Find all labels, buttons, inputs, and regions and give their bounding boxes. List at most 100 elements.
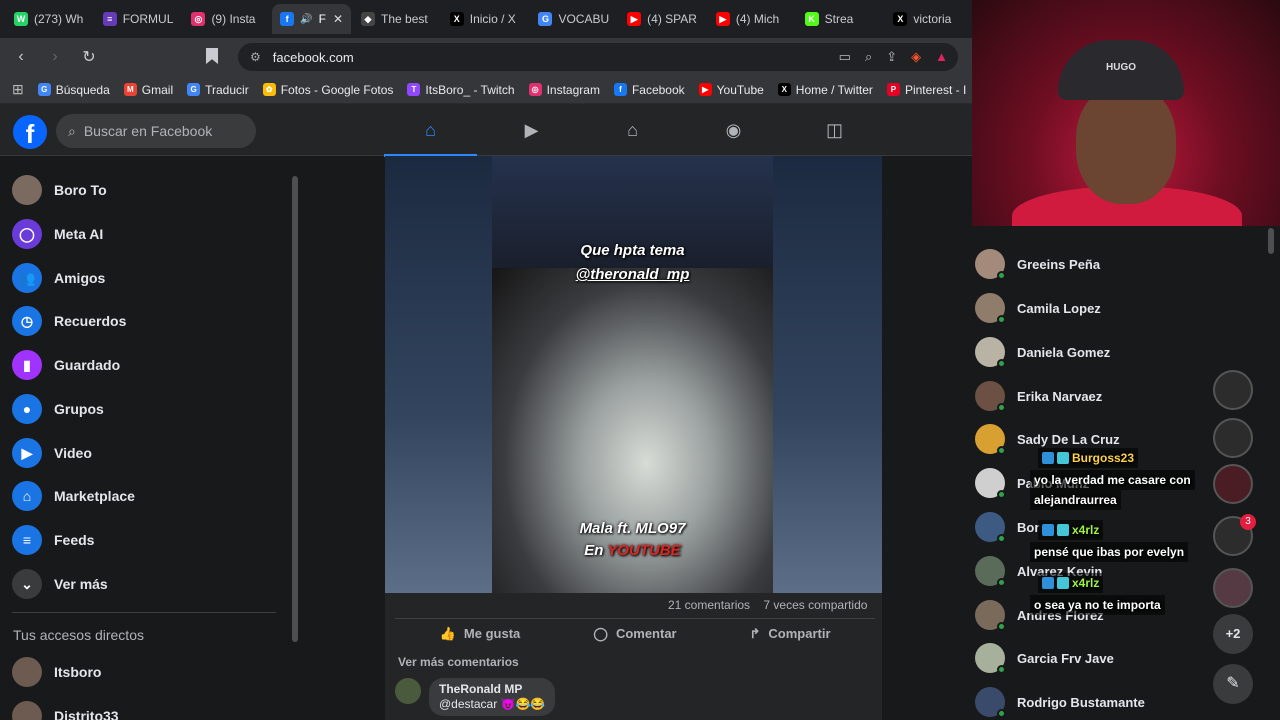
more-comments-link[interactable]: Ver más comentarios [398,655,519,669]
bookmark-item[interactable]: X Home / Twitter [777,83,873,97]
like-icon: 👍 [439,625,456,641]
bookmark-item[interactable]: ◎ Instagram [528,83,600,97]
shortcut-item[interactable]: Distrito33 [12,701,119,720]
browser-tab[interactable]: ▶ (4) Mich [708,4,795,34]
contact-item[interactable]: Daniela Gomez [975,337,1110,368]
bookmark-item[interactable]: T ItsBoro_ - Twitch [407,83,515,97]
shortcuts-heading: Tus accesos directos [13,627,144,643]
chat-head-5[interactable] [1213,568,1253,608]
facebook-search-input[interactable]: ⌕ Buscar en Facebook [56,114,256,148]
browser-tab[interactable]: ▶ (4) SPAR [619,4,706,34]
sidebar-item-icon: ⌂ [12,481,42,511]
left-sidebar: Tus accesos directos Boro To ◯ Meta AI 👥 Ami… [0,157,300,720]
contacts-scroll-thumb[interactable] [1268,228,1274,254]
share-button[interactable]: ↱ Compartir [715,619,865,648]
contact-name: Rodrigo Bustamante [1017,694,1145,710]
tab-label: (9) Insta [211,12,256,26]
shortcut-item[interactable]: Itsboro [12,657,101,687]
browser-tab[interactable]: ≡ FORMUL [95,4,182,34]
bookmark-item[interactable]: G Búsqueda [37,83,110,97]
contact-item[interactable]: Garcia Frv Jave [975,643,1114,674]
zoom-icon[interactable]: ⌕ [865,49,872,65]
bookmark-item[interactable]: M Gmail [123,82,174,97]
browser-tab-strip: W (273) Wh ≡ FORMUL ◎ (9) Insta f 🔊 F ✕ ◆ The best X… [0,0,972,38]
chat-head-1[interactable] [1213,370,1253,410]
gaming-icon[interactable]: ◫ [784,104,885,156]
contact-item[interactable]: Erika Narvaez [975,381,1102,412]
browser-tab[interactable]: ◆ The best [353,4,440,34]
sidebar-item-ver-m-s[interactable]: ⌄ Ver más [12,569,108,599]
shares-count[interactable]: 7 veces compartido [763,598,867,612]
sidebar-scrollbar[interactable] [290,164,300,712]
feed-post: Que hpta tema @theronald_mp Mala ft. MLO… [385,156,882,720]
chat-head-3[interactable] [1213,464,1253,504]
shortcut-avatar [12,657,42,687]
online-status-icon [997,709,1006,718]
brave-rewards-icon[interactable]: ▲ [935,49,948,65]
sidebar-item-icon [12,175,42,205]
facebook-logo-icon[interactable]: f [13,115,47,149]
post-video[interactable]: Que hpta tema @theronald_mp Mala ft. MLO… [492,156,773,593]
comment-author[interactable]: TheRonald MP [439,682,545,697]
apps-icon[interactable]: ⊞ [12,81,24,98]
browser-tab[interactable]: X Inicio / X [442,4,529,34]
browser-tab[interactable]: K Strea [797,4,884,34]
sidebar-item-grupos[interactable]: ● Grupos [12,394,104,424]
sidebar-item-label: Ver más [54,576,108,592]
sidebar-item-recuerdos[interactable]: ◷ Recuerdos [12,306,126,336]
contacts-scrollbar[interactable] [1266,228,1276,718]
reload-icon[interactable]: ↻ [76,47,102,67]
post-stats: 21 comentarios 7 veces compartido [668,598,867,612]
comment-avatar[interactable] [395,678,421,704]
share-icon[interactable]: ⇪ [886,49,897,65]
online-status-icon [997,622,1006,631]
bookmark-icon[interactable] [206,48,218,64]
brave-shield-icon[interactable]: ◈ [911,49,921,65]
bookmark-item[interactable]: P Pinterest - I [886,83,966,97]
contact-item[interactable]: Greeins Peña [975,249,1100,280]
sidebar-item-video[interactable]: ▶ Video [12,438,92,468]
browser-tab[interactable]: ◎ (9) Insta [183,4,270,34]
sidebar-item-amigos[interactable]: 👥 Amigos [12,263,105,293]
browser-tab[interactable]: G VOCABU [530,4,617,34]
tab-audio-icon[interactable]: 🔊 [300,14,312,25]
bookmark-item[interactable]: f Facebook [613,83,685,97]
sidebar-item-meta-ai[interactable]: ◯ Meta AI [12,219,103,249]
video-icon[interactable]: ▶ [481,104,582,156]
comment-button[interactable]: ◯ Comentar [560,619,710,648]
new-message-icon[interactable]: ✎ [1213,664,1253,704]
comments-count[interactable]: 21 comentarios [668,598,750,612]
install-icon[interactable]: ▭ [839,49,851,65]
post-media[interactable]: Que hpta tema @theronald_mp Mala ft. MLO… [385,156,882,593]
browser-tab[interactable]: W (273) Wh [6,4,93,34]
sidebar-item-icon: ▮ [12,350,42,380]
sidebar-item-guardado[interactable]: ▮ Guardado [12,350,120,380]
like-button[interactable]: 👍 Me gusta [405,619,555,648]
forward-icon[interactable]: › [42,48,68,66]
groups-icon[interactable]: ◉ [683,104,784,156]
close-tab-icon[interactable]: ✕ [333,12,343,26]
bookmark-item[interactable]: G Traducir [187,83,249,97]
bookmark-item[interactable]: ✿ Fotos - Google Fotos [262,83,393,97]
home-icon[interactable]: ⌂ [380,104,481,157]
search-placeholder: Buscar en Facebook [83,123,213,139]
more-chats-button[interactable]: +2 [1213,614,1253,654]
bookmark-label: Gmail [141,82,174,97]
sidebar-item-marketplace[interactable]: ⌂ Marketplace [12,481,135,511]
sidebar-item-feeds[interactable]: ≡ Feeds [12,525,94,555]
browser-tab[interactable]: Xvictoria [885,4,972,34]
browser-tab[interactable]: f 🔊 F ✕ [272,4,352,34]
bookmark-favicon-icon: G [187,83,201,96]
back-icon[interactable]: ‹ [8,48,34,66]
bookmark-item[interactable]: ▶ YouTube [698,83,764,97]
contact-item[interactable]: Camila Lopez [975,293,1101,324]
contact-item[interactable]: Rodrigo Bustamante [975,687,1145,718]
marketplace-icon[interactable]: ⌂ [582,104,683,156]
online-status-icon [997,665,1006,674]
address-bar[interactable]: ⚙ facebook.com ▭ ⌕ ⇪ ◈ ▲ [238,43,958,71]
site-info-icon[interactable]: ⚙ [250,50,261,64]
sidebar-scroll-thumb[interactable] [292,176,298,642]
chat-badge-icon [1042,452,1054,464]
sidebar-item-boro-to[interactable]: Boro To [12,175,107,205]
chat-head-2[interactable] [1213,418,1253,458]
